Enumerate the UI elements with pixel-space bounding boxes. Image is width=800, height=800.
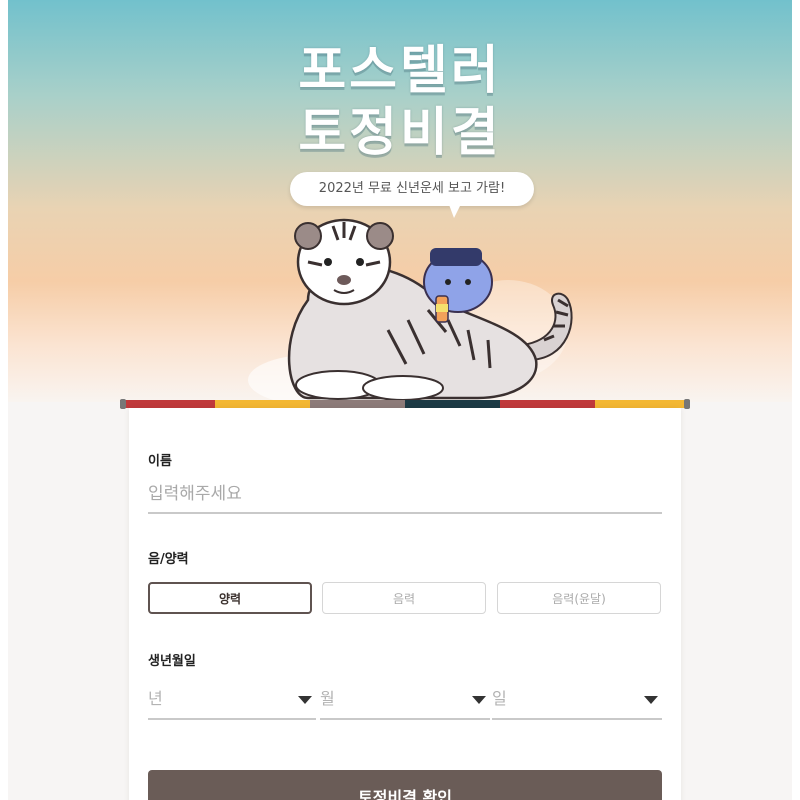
rail-segment [500,400,595,408]
rail-segment [215,400,310,408]
hero-banner: 포스텔러 토정비결 2022년 무료 신년운세 보고 가람! [8,0,792,402]
birth-day-placeholder: 일 [492,689,507,708]
lunar-leap-option-button[interactable]: 음력(윤달) [497,582,661,614]
dropdown-arrow-icon [472,696,486,704]
dropdown-arrow-icon [644,696,658,704]
calendar-type-label: 음/양력 [148,552,189,567]
tiger-illustration [248,218,573,402]
rail-right-knob [684,399,690,409]
rail-segment [595,400,690,408]
submit-button[interactable]: 토정비결 확인 [148,770,662,800]
birth-month-placeholder: 월 [320,689,335,708]
solar-option-button[interactable]: 양력 [148,582,312,614]
birth-year-select[interactable]: 년 [148,680,316,720]
birth-year-placeholder: 년 [148,689,163,708]
name-input[interactable] [148,476,662,514]
dropdown-arrow-icon [298,696,312,704]
decorative-color-rail [120,400,690,408]
lunar-option-button[interactable]: 음력 [322,582,486,614]
page: 포스텔러 토정비결 2022년 무료 신년운세 보고 가람! 이름 입력해주세요… [0,0,800,800]
rail-left-knob [120,399,126,409]
birth-month-select[interactable]: 월 [320,680,490,720]
rail-segment [120,400,215,408]
birth-day-select[interactable]: 일 [492,680,662,720]
birth-date-label: 생년월일 [148,654,196,669]
name-label: 이름 [148,454,172,469]
fortune-form: 이름 음/양력 양력 음력 음력(윤달) 생년월일 년 월 일 토정비결 확인 [129,408,681,800]
rail-segment [405,400,500,408]
rail-segment [310,400,405,408]
page-stage: 포스텔러 토정비결 2022년 무료 신년운세 보고 가람! 이름 입력해주세요… [8,0,792,800]
